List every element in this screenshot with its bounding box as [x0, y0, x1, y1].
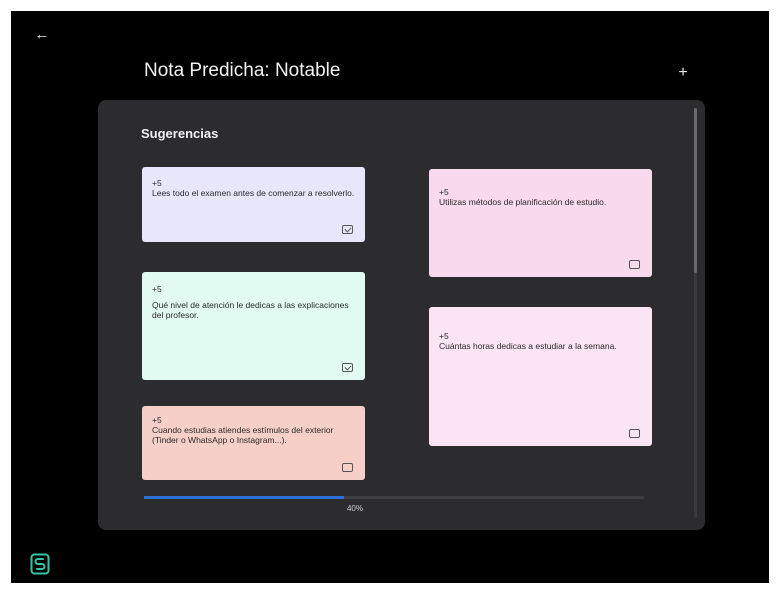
card-text: Cuando estudias atiendes estímulos del e… — [152, 425, 334, 445]
app-logo-svg — [30, 553, 50, 575]
card-checkbox[interactable] — [342, 225, 353, 234]
card-points: +5 — [439, 187, 449, 197]
card-checkbox[interactable] — [342, 463, 353, 472]
card-checkbox[interactable] — [629, 429, 640, 438]
card-points: +5 — [152, 415, 162, 425]
arrow-left-icon: ← — [34, 26, 50, 43]
card-text: Lees todo el examen antes de comenzar a … — [152, 188, 355, 198]
card-points: +5 — [152, 284, 162, 294]
scrollbar-thumb[interactable] — [694, 108, 697, 273]
panel-title: Sugerencias — [141, 126, 219, 141]
card-checkbox[interactable] — [629, 260, 640, 269]
app-logo-icon[interactable] — [30, 553, 50, 575]
suggestion-card[interactable]: +5 Cuántas horas dedicas a estudiar a la… — [429, 307, 652, 446]
card-text: Utilizas métodos de planificación de est… — [439, 197, 607, 207]
scrollbar[interactable] — [694, 108, 697, 518]
page-title: Nota Predicha: Notable — [144, 60, 341, 81]
add-button[interactable]: + — [675, 64, 691, 82]
progress-fill — [144, 496, 344, 499]
app-screen: ← Nota Predicha: Notable + Sugerencias +… — [11, 11, 769, 583]
card-points: +5 — [439, 331, 449, 341]
progress-label: 40% — [346, 504, 363, 513]
suggestions-panel: Sugerencias +5 Lees todo el examen antes… — [98, 100, 705, 530]
card-text: Cuántas horas dedicas a estudiar a la se… — [439, 341, 617, 351]
suggestion-card[interactable]: +5 Lees todo el examen antes de comenzar… — [142, 167, 365, 242]
suggestion-card[interactable]: +5 Qué nivel de atención le dedicas a la… — [142, 272, 365, 380]
card-checkbox[interactable] — [342, 363, 353, 372]
suggestion-card[interactable]: +5 Utilizas métodos de planificación de … — [429, 169, 652, 277]
suggestion-card[interactable]: +5 Cuando estudias atiendes estímulos de… — [142, 406, 365, 480]
card-text: Qué nivel de atención le dedicas a las e… — [152, 300, 349, 320]
back-button[interactable]: ← — [34, 25, 50, 45]
plus-icon: + — [678, 64, 688, 81]
progress-bar — [144, 496, 644, 499]
card-points: +5 — [152, 178, 162, 188]
